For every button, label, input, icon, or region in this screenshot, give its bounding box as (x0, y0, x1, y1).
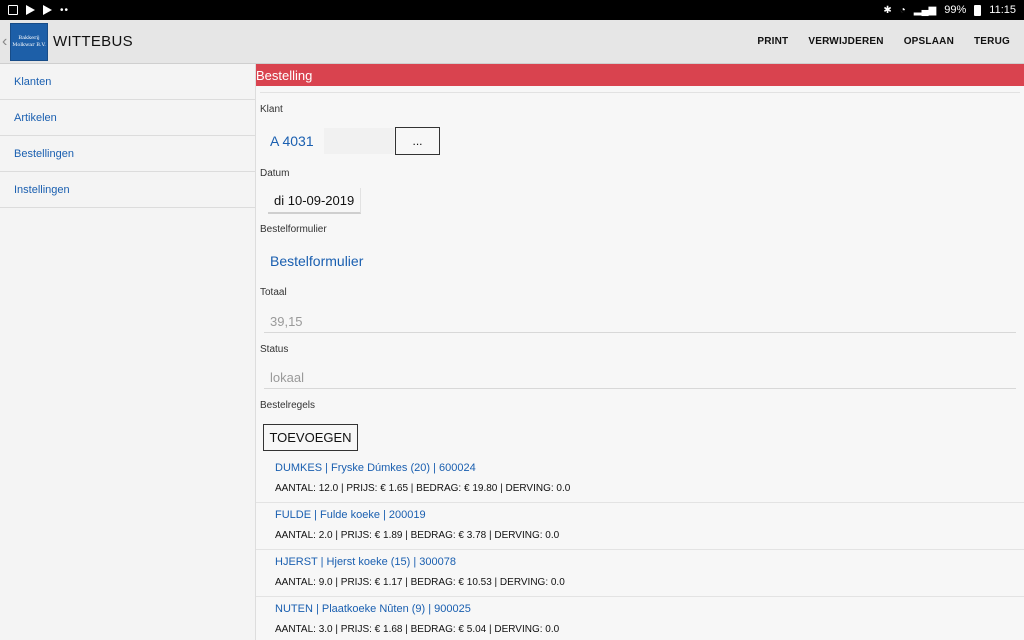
app-title: WITTEBUS (53, 33, 133, 50)
order-line-detail: AANTAL: 3.0 | PRIJS: € 1.68 | BEDRAG: € … (275, 624, 560, 635)
media-play-icon (43, 5, 52, 15)
status-value: lokaal (270, 370, 304, 385)
save-button[interactable]: OPSLAAN (894, 36, 964, 47)
order-line-title: HJERST | Hjerst koeke (15) | 300078 (275, 556, 456, 568)
order-line-title: NUTEN | Plaatkoeke Nûten (9) | 900025 (275, 603, 471, 615)
battery-percent: 99% (944, 4, 967, 16)
back-button[interactable]: TERUG (964, 36, 1020, 47)
totaal-value: 39,15 (270, 314, 303, 329)
order-line-detail: AANTAL: 9.0 | PRIJS: € 1.17 | BEDRAG: € … (275, 577, 565, 588)
play-store-icon (26, 5, 35, 15)
print-button[interactable]: PRINT (747, 36, 798, 47)
klant-label: Klant (260, 104, 283, 115)
datum-label: Datum (260, 168, 290, 179)
action-bar: PRINT VERWIJDEREN OPSLAAN TERUG (747, 36, 1020, 47)
battery-icon (974, 4, 982, 16)
sidebar-item-klanten[interactable]: Klanten (0, 64, 255, 100)
sidebar: Klanten Artikelen Bestellingen Instellin… (0, 64, 256, 640)
klant-picker-button[interactable]: ... (395, 127, 440, 155)
totaal-underline (264, 332, 1016, 333)
clock: 11:15 (989, 4, 1016, 16)
sidebar-item-bestellingen[interactable]: Bestellingen (0, 136, 255, 172)
section-header: Bestelling (256, 64, 1024, 86)
wifi-icon: ◔ (899, 4, 906, 16)
signal-icon: ▂▄▆ (913, 4, 937, 16)
section-title: Bestelling (256, 67, 313, 83)
company-logo: Bakkerij Molkwar B.V. (10, 22, 48, 61)
bestelformulier-link[interactable]: Bestelformulier (270, 253, 363, 269)
order-line-detail: AANTAL: 2.0 | PRIJS: € 1.89 | BEDRAG: € … (275, 530, 560, 541)
order-line[interactable]: FULDE | Fulde koeke | 200019 AANTAL: 2.0… (256, 503, 1024, 550)
sidebar-item-artikelen[interactable]: Artikelen (0, 100, 255, 136)
klant-value[interactable]: A 4031 (270, 133, 314, 149)
status-bar: •• ✱ ◔ ▂▄▆ 99% 11:15 (0, 0, 1024, 20)
delete-button[interactable]: VERWIJDEREN (798, 36, 893, 47)
order-line-detail: AANTAL: 12.0 | PRIJS: € 1.65 | BEDRAG: €… (275, 483, 571, 494)
order-lines-list: DUMKES | Fryske Dúmkes (20) | 600024 AAN… (256, 456, 1024, 640)
bestelregels-label: Bestelregels (260, 400, 316, 411)
totaal-label: Totaal (260, 287, 287, 298)
order-form: Bestelling Klant A 4031 ... Datum di 10-… (256, 64, 1024, 640)
order-line[interactable]: NUTEN | Plaatkoeke Nûten (9) | 900025 AA… (256, 597, 1024, 640)
klant-name-field (324, 128, 394, 154)
more-notifications-icon: •• (60, 4, 70, 16)
order-line[interactable]: DUMKES | Fryske Dúmkes (20) | 600024 AAN… (256, 456, 1024, 503)
datum-picker[interactable]: di 10-09-2019 (268, 188, 362, 214)
bestelformulier-label: Bestelformulier (260, 224, 327, 235)
status-underline (264, 388, 1016, 389)
add-order-line-button[interactable]: TOEVOEGEN (263, 424, 358, 451)
app-bar: ‹ Bakkerij Molkwar B.V. WITTEBUS PRINT V… (0, 20, 1024, 64)
divider (260, 92, 1020, 93)
chevron-left-icon[interactable]: ‹ (2, 33, 10, 51)
order-line-title: FULDE | Fulde koeke | 200019 (275, 509, 426, 521)
order-line[interactable]: HJERST | Hjerst koeke (15) | 300078 AANT… (256, 550, 1024, 597)
status-label: Status (260, 344, 289, 355)
image-notification-icon (8, 5, 18, 15)
sidebar-item-instellingen[interactable]: Instellingen (0, 172, 255, 208)
order-line-title: DUMKES | Fryske Dúmkes (20) | 600024 (275, 462, 476, 474)
bluetooth-icon: ✱ (883, 4, 892, 16)
